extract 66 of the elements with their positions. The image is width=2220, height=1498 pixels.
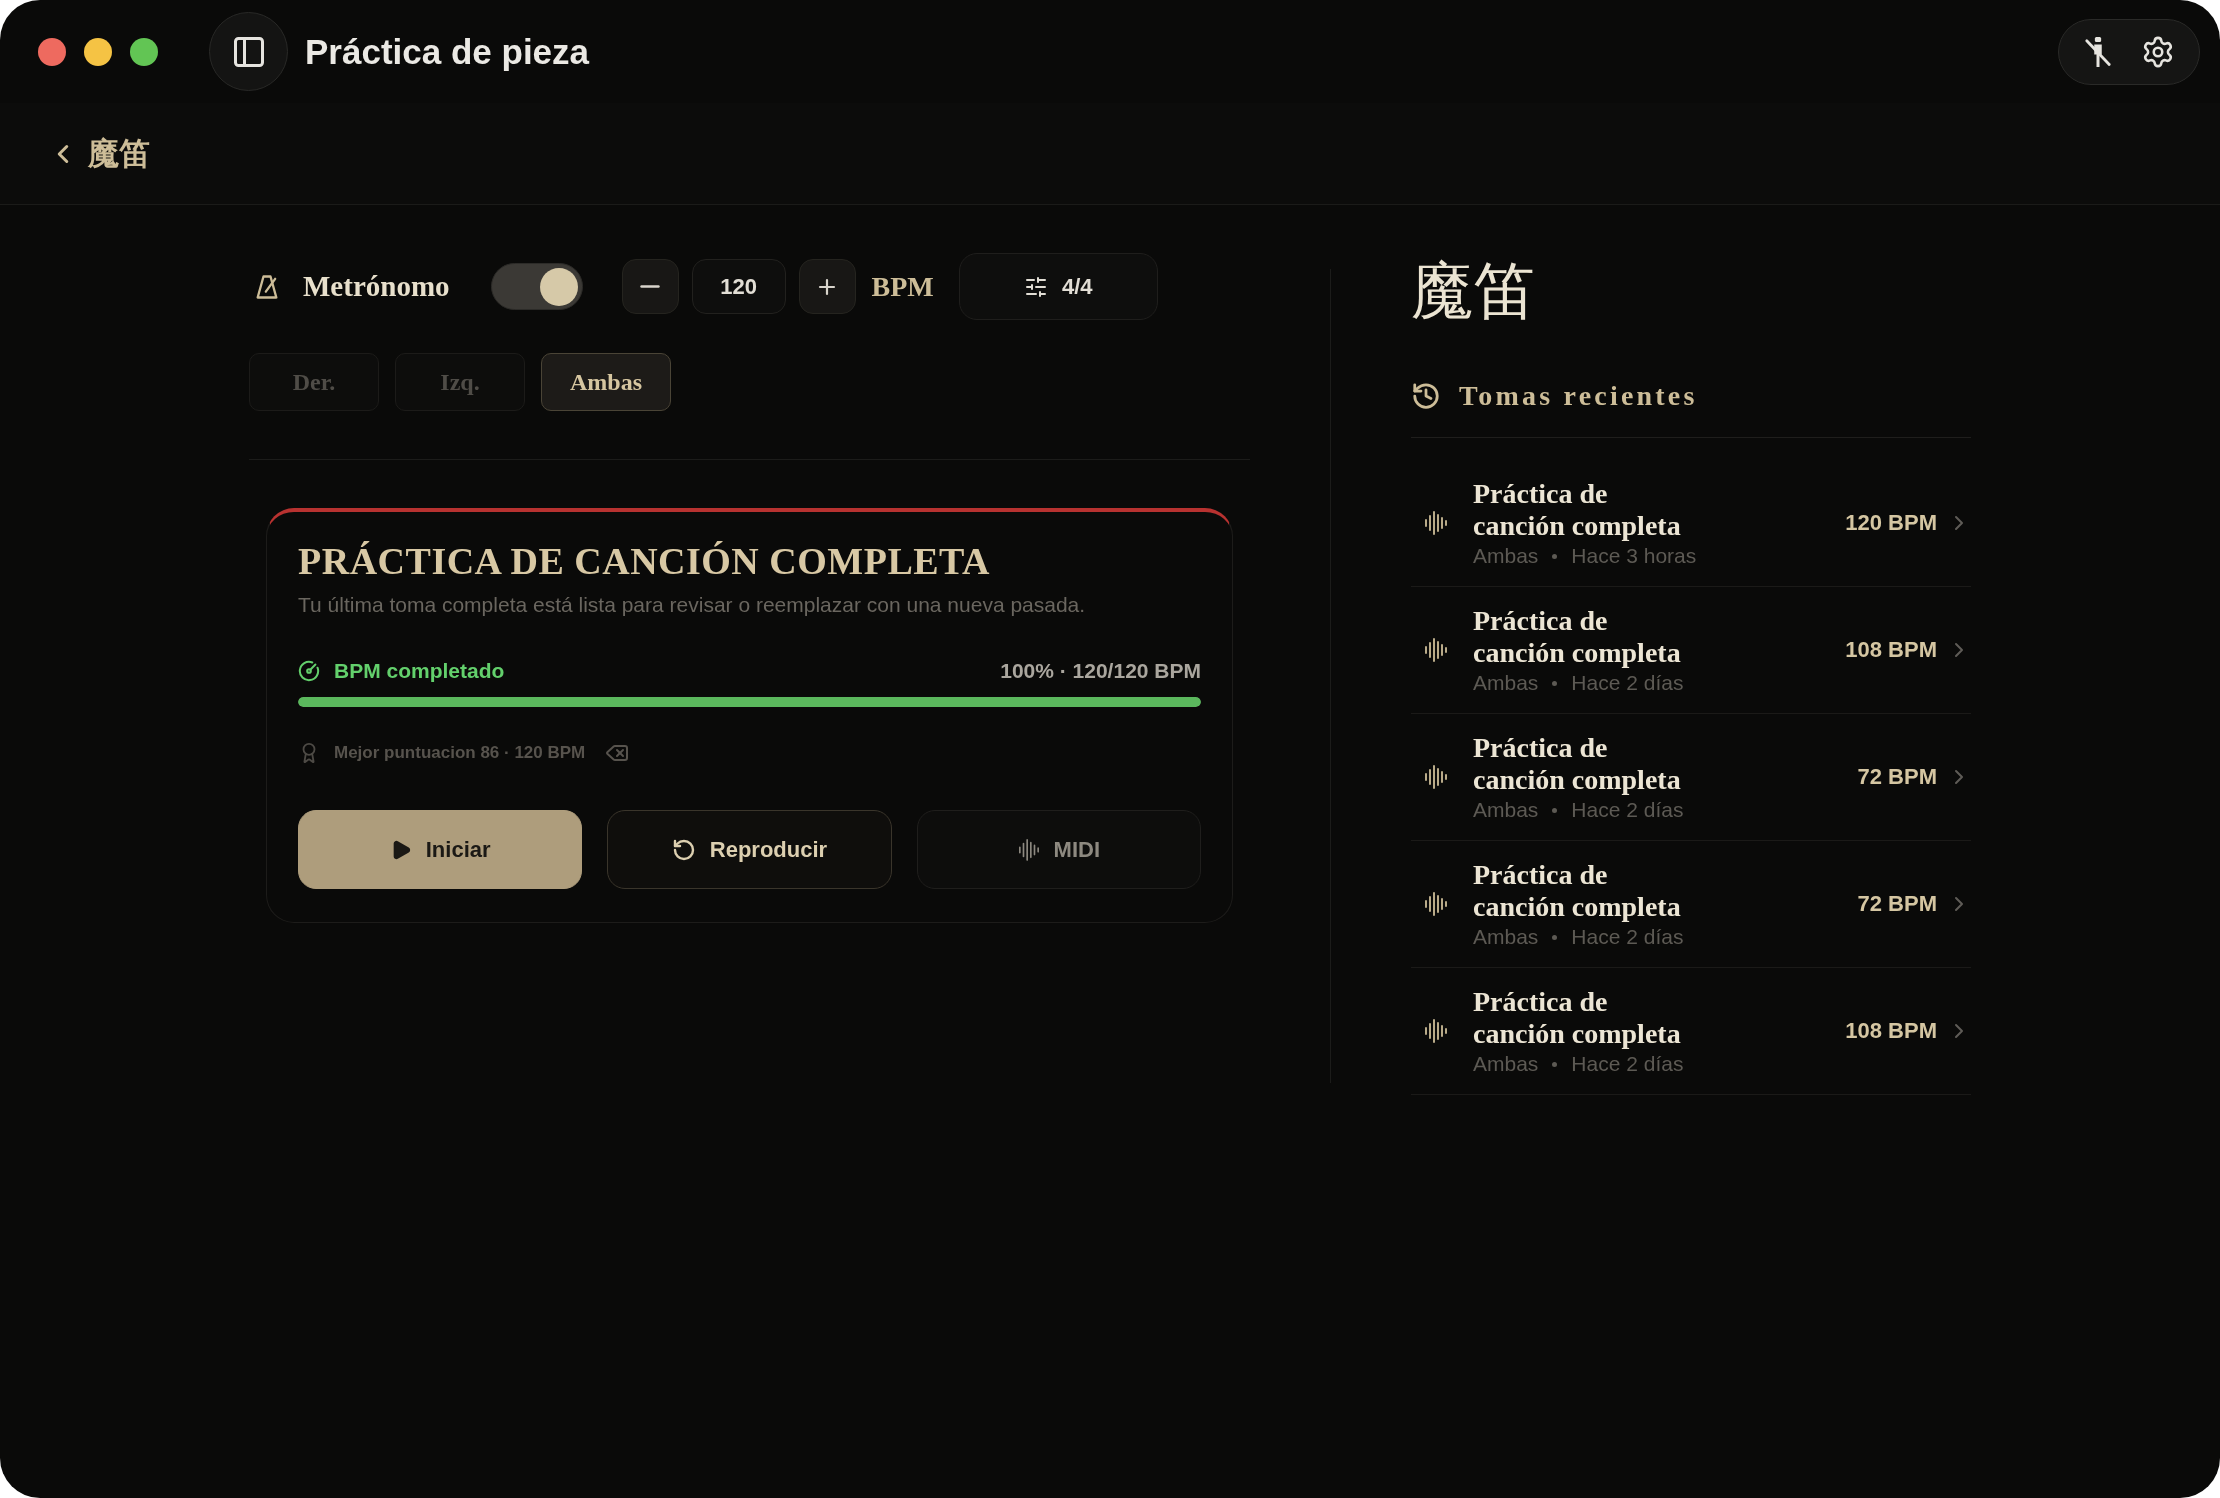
recent-take-row[interactable]: Práctica de canción completa Ambas Hace 2 días 72 BPM xyxy=(1411,714,1971,841)
take-hand: Ambas xyxy=(1473,671,1539,695)
take-hand: Ambas xyxy=(1473,544,1539,568)
figure-toggle-button[interactable] xyxy=(2083,34,2113,69)
time-signature-button[interactable]: 4/4 xyxy=(958,253,1158,320)
take-bpm: 120 BPM xyxy=(1845,510,1937,536)
take-title: Práctica de canción completa xyxy=(1473,859,1682,923)
bpm-unit-label: BPM xyxy=(871,270,934,303)
window-close-button[interactable] xyxy=(38,37,66,66)
take-bpm: 72 BPM xyxy=(1857,764,1937,790)
separator-dot-icon xyxy=(1552,934,1558,940)
bpm-field[interactable]: 120 xyxy=(691,259,786,314)
sliders-icon xyxy=(1024,274,1048,299)
window-title: Práctica de pieza xyxy=(305,31,590,72)
take-time: Hace 2 días xyxy=(1571,1052,1684,1076)
status-text: BPM completado xyxy=(334,659,505,683)
window-zoom-button[interactable] xyxy=(130,37,158,66)
settings-icon xyxy=(2141,34,2175,69)
take-bpm: 108 BPM xyxy=(1845,1018,1937,1044)
person-slash-icon xyxy=(2083,34,2113,69)
hand-tab[interactable]: Ambas xyxy=(541,353,671,411)
waveform-icon xyxy=(1424,1017,1448,1045)
waveform-icon xyxy=(1424,763,1448,791)
take-title: Práctica de canción completa xyxy=(1473,732,1682,796)
history-icon xyxy=(1411,380,1441,411)
take-title: Práctica de canción completa xyxy=(1473,605,1682,669)
separator-dot-icon xyxy=(1552,807,1558,813)
take-bpm: 72 BPM xyxy=(1857,891,1937,917)
recent-take-row[interactable]: Práctica de canción completa Ambas Hace 2 días 108 BPM xyxy=(1411,587,1971,714)
back-link[interactable]: 魔笛 xyxy=(48,132,150,175)
replay-icon xyxy=(671,837,696,862)
recent-take-row[interactable]: Práctica de canción completa Ambas Hace 2 días 72 BPM xyxy=(1411,841,1971,968)
waveform-icon xyxy=(1017,836,1040,863)
take-title: Práctica de canción completa xyxy=(1473,478,1682,542)
card-description: Tu última toma completa está lista para revisar o reemplazar con una nueva pasada. xyxy=(298,592,1086,617)
take-time: Hace 2 días xyxy=(1571,925,1684,949)
waveform-icon xyxy=(1424,636,1448,664)
take-hand: Ambas xyxy=(1473,925,1539,949)
waveform-icon xyxy=(1424,890,1448,918)
window-minimize-button[interactable] xyxy=(84,37,112,66)
separator-dot-icon xyxy=(1552,1061,1558,1067)
recent-take-row[interactable]: Práctica de canción completa Ambas Hace 2 días 108 BPM xyxy=(1411,968,1971,1095)
take-hand: Ambas xyxy=(1473,798,1539,822)
section-title: Tomas recientes xyxy=(1459,379,1698,412)
action-button[interactable]: MIDI xyxy=(916,810,1201,889)
minus-icon xyxy=(640,285,661,288)
take-bpm: 108 BPM xyxy=(1845,637,1937,663)
take-hand: Ambas xyxy=(1473,1052,1539,1076)
take-time: Hace 2 días xyxy=(1571,798,1684,822)
metronome-label: Metrónomo xyxy=(303,270,450,303)
action-button[interactable]: Reproducir xyxy=(607,810,892,889)
card-title: PRÁCTICA DE CANCIÓN COMPLETA xyxy=(298,539,991,584)
progress-summary: 100% · 120/120 BPM xyxy=(1000,659,1201,683)
waveform-icon xyxy=(1424,509,1448,537)
recent-take-row[interactable]: Práctica de canción completa Ambas Hace 3 horas 120 BPM xyxy=(1411,460,1971,587)
best-score-text: Mejor puntuacion 86 · 120 BPM xyxy=(334,743,586,763)
take-title: Práctica de canción completa xyxy=(1473,986,1682,1050)
action-button[interactable]: Iniciar xyxy=(298,810,583,889)
metronome-toggle[interactable] xyxy=(490,263,583,310)
settings-button[interactable] xyxy=(2141,34,2175,69)
gauge-icon xyxy=(298,660,320,682)
separator-dot-icon xyxy=(1552,553,1558,559)
take-time: Hace 2 días xyxy=(1571,671,1684,695)
take-time: Hace 3 horas xyxy=(1571,544,1697,568)
piece-title: 魔笛 xyxy=(1411,260,1535,323)
separator-dot-icon xyxy=(1552,680,1558,686)
